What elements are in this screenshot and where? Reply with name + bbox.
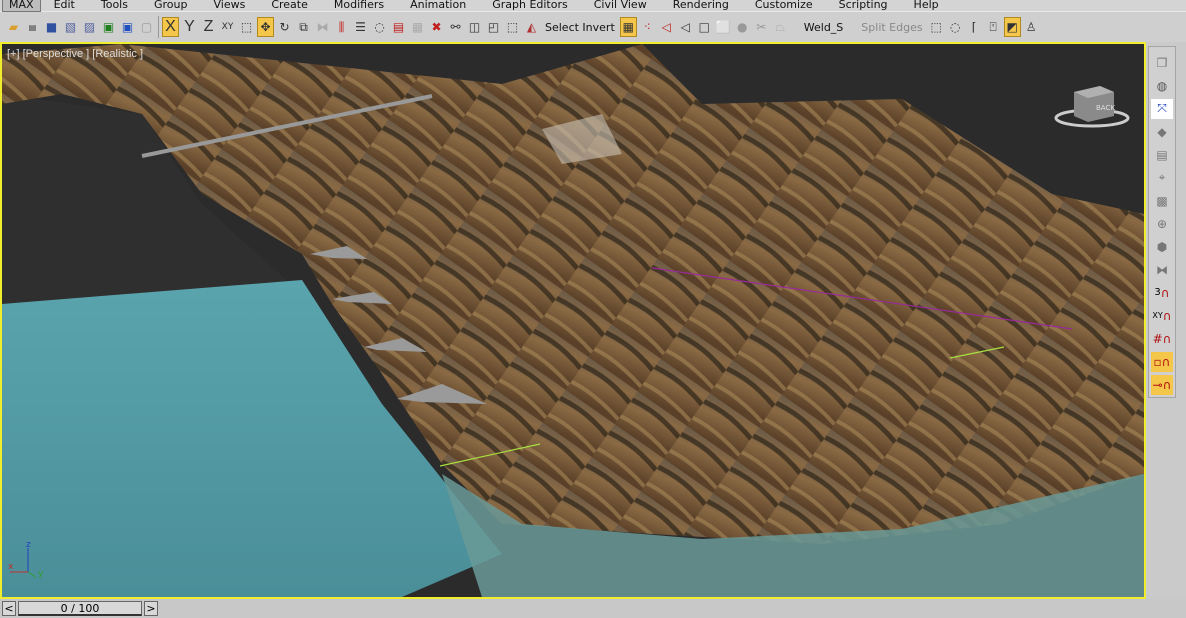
axis-y-button[interactable]: Y [181,17,198,37]
select-fence-icon[interactable]: ⌈ [966,17,983,37]
select-lasso-icon[interactable]: ◌ [947,17,964,37]
main-toolbar: ▰ ▤ ■ ▧ ▨ ▣ ▣ ▢ X Y Z XY ⬚ ✥ ↻ ⧉ ⧓ ⫼ ☰ ◌… [0,11,1186,42]
box-icon[interactable]: ◆ [1151,122,1173,142]
prev-frame-button[interactable]: < [2,601,16,616]
select-invert-button[interactable]: Select Invert [545,21,615,34]
checker-icon[interactable]: ▩ [1151,191,1173,211]
xform2-icon[interactable]: ⊕ [1151,214,1173,234]
vertex-icon[interactable]: ▦ [619,17,637,37]
paint-icon[interactable]: ✂ [753,17,770,37]
snap-xy-button[interactable]: XY ∩ [1151,306,1173,326]
menu-edit[interactable]: Edit [41,0,88,11]
sphere-icon[interactable]: ● [734,17,751,37]
open-icon[interactable]: ▰ [5,17,22,37]
points-icon[interactable]: ⁖ [639,17,656,37]
menu-tools[interactable]: Tools [88,0,141,11]
render-frame-icon[interactable]: ◫ [466,17,483,37]
copy-icon[interactable]: ❐ [1151,53,1173,73]
menu-graph-editors[interactable]: Graph Editors [479,0,581,11]
export-icon[interactable]: ▣ [119,17,136,37]
snap-3d-button[interactable]: 3 ∩ [1151,283,1173,303]
rotate-icon[interactable]: ↻ [276,17,293,37]
svg-text:z: z [26,540,31,550]
axis-xy-button[interactable]: XY [219,17,236,37]
split-edges-button[interactable]: Split Edges [861,21,922,34]
select-by-name-icon[interactable]: ☰ [352,17,369,37]
axis-tripod-icon: z x y [8,540,44,579]
select-rect-icon[interactable]: ⬚ [928,17,945,37]
frame-slider[interactable]: 0 / 100 [18,601,142,616]
element-icon[interactable]: ⬜ [715,17,732,37]
menu-customize[interactable]: Customize [742,0,826,11]
next-frame-button[interactable]: > [144,601,158,616]
save-icon[interactable]: ■ [43,17,60,37]
select-invert-icon[interactable]: ◭ [523,17,540,37]
menu-modifiers[interactable]: Modifiers [321,0,397,11]
align-icon[interactable]: ⫼ [333,17,350,37]
selection-region-icon[interactable]: ◌ [371,17,388,37]
open-recent-icon[interactable]: ▤ [24,17,41,37]
move-icon[interactable]: ✥ [257,17,274,37]
axis-z-button[interactable]: Z [200,17,217,37]
viewport-label[interactable]: [+] [Perspective ] [Realistic ] [7,48,143,60]
hold-icon[interactable]: ▧ [62,17,79,37]
viewcube[interactable]: BACK [1052,82,1132,132]
mirror-icon[interactable]: ⧓ [314,17,331,37]
viewcube-label: BACK [1096,104,1115,112]
menu-create[interactable]: Create [258,0,321,11]
paint-select-icon[interactable]: ⍞ [985,17,1002,37]
menu-help[interactable]: Help [901,0,952,11]
menu-group[interactable]: Group [141,0,201,11]
divider [158,16,159,38]
grid-icon[interactable]: ▤ [1151,145,1173,165]
axis-x-button[interactable]: X [162,17,179,37]
menu-bar: MAX Edit Tools Group Views Create Modifi… [0,0,1186,12]
svg-text:x: x [8,562,14,572]
triangle-icon[interactable]: ◁ [658,17,675,37]
lattice-icon[interactable]: ⬢ [1151,237,1173,257]
cube-icon[interactable]: ⬚ [504,17,521,37]
ribbon-icon[interactable]: ◩ [1003,17,1021,37]
graph-icon[interactable]: ▦ [409,17,426,37]
import-icon[interactable]: ▣ [100,17,117,37]
menu-max[interactable]: MAX [2,0,41,12]
layer-icon[interactable]: ▤ [390,17,407,37]
xform-icon[interactable]: ⌖ [1151,168,1173,188]
mirror2-icon[interactable]: ⧓ [1151,260,1173,280]
render-globe-icon[interactable]: ◍ [1151,76,1173,96]
bridge-icon[interactable]: ⏢ [772,17,789,37]
menu-views[interactable]: Views [200,0,258,11]
properties-icon[interactable]: ▢ [138,17,155,37]
perspective-viewport[interactable]: [+] [Perspective ] [Realistic ] BACK z x… [0,42,1146,599]
command-panel: ❐ ◍ ⤧ ◆ ▤ ⌖ ▩ ⊕ ⬢ ⧓ 3 ∩ XY ∩ #∩ ▫∩ ⊸∩ [1146,42,1186,618]
snap-edge-button[interactable]: ⊸∩ [1151,374,1173,395]
snap-vertex-button[interactable]: ▫∩ [1151,351,1173,372]
border-icon[interactable]: ◁ [677,17,694,37]
terrain-scene [2,44,1144,597]
render-icon[interactable]: ◰ [485,17,502,37]
select-object-icon[interactable]: ⬚ [238,17,255,37]
menu-rendering[interactable]: Rendering [660,0,742,11]
render-setup-icon[interactable]: ⚯ [447,17,464,37]
fetch-icon[interactable]: ▨ [81,17,98,37]
snap-grid-button[interactable]: #∩ [1151,329,1173,349]
svg-text:y: y [38,569,44,579]
menu-animation[interactable]: Animation [397,0,479,11]
snap-toolbar: ❐ ◍ ⤧ ◆ ▤ ⌖ ▩ ⊕ ⬢ ⧓ 3 ∩ XY ∩ #∩ ▫∩ ⊸∩ [1148,46,1176,398]
time-slider: < 0 / 100 > [0,599,1186,618]
menu-scripting[interactable]: Scripting [826,0,901,11]
gizmo-icon[interactable]: ⤧ [1151,98,1173,119]
polygon-icon[interactable]: □ [696,17,713,37]
scale-icon[interactable]: ⧉ [295,17,312,37]
menu-civil-view[interactable]: Civil View [581,0,660,11]
material-icon[interactable]: ✖ [428,17,445,37]
weld-button[interactable]: Weld_S [804,21,844,34]
scene-explorer-icon[interactable]: ♙ [1023,17,1040,37]
